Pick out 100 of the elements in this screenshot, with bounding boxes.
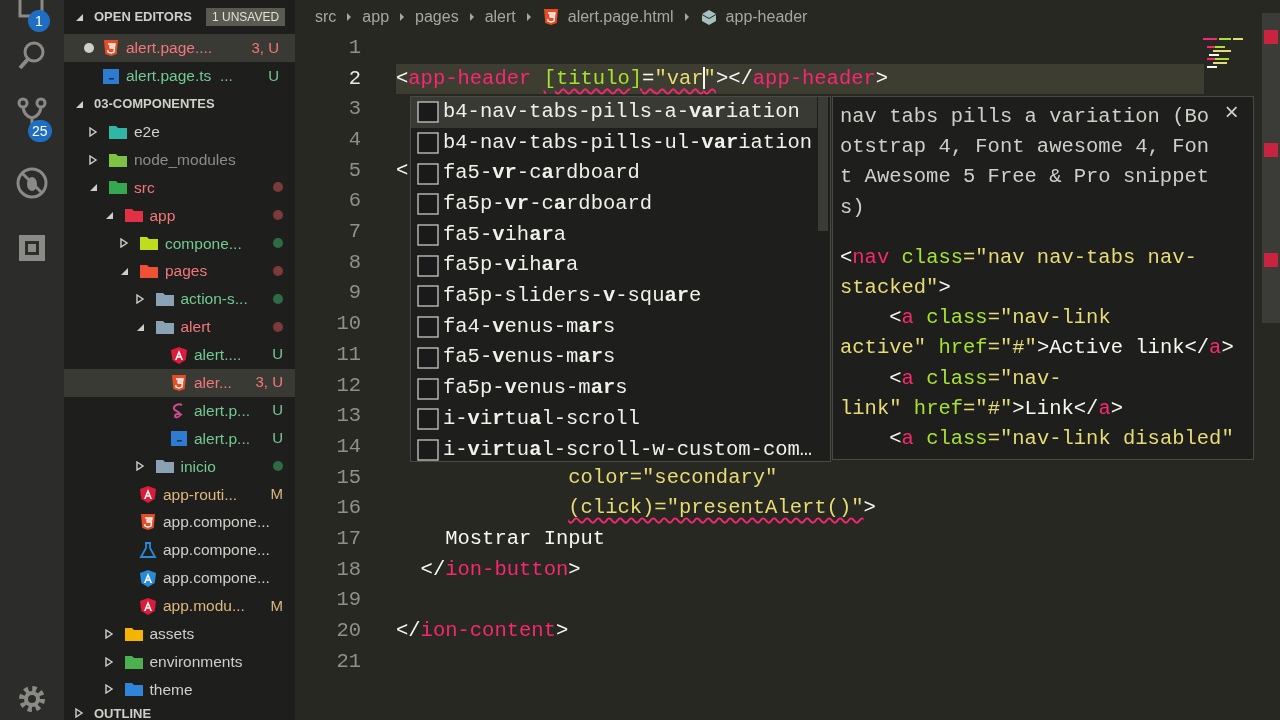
collapsed-arrow-icon[interactable]	[134, 293, 145, 304]
suggestion-item[interactable]: fa5p-sliders-v-square	[411, 281, 817, 312]
suggestion-item[interactable]: fa4-venus-mars	[411, 311, 817, 343]
open-editor-item[interactable]: alert.page.... 3, U	[64, 34, 295, 62]
html-file-icon	[139, 513, 157, 532]
open-editor-item[interactable]: alert.page.ts ... U	[64, 61, 295, 90]
chevron-right-icon	[683, 11, 690, 22]
settings-icon[interactable]	[16, 683, 48, 715]
snippet-icon	[417, 162, 439, 185]
expanded-arrow-icon[interactable]	[88, 182, 98, 193]
folder-item[interactable]: e2e	[64, 117, 295, 146]
breadcrumb[interactable]: alert	[484, 4, 516, 29]
file-item[interactable]: alert.p... U	[64, 396, 295, 425]
folder-item[interactable]: src	[64, 173, 295, 202]
snippet-icon	[417, 316, 439, 339]
suggestion-item[interactable]: fa5p-vr-cardboard	[411, 189, 817, 220]
breadcrumb[interactable]: alert.page.html	[567, 4, 674, 29]
collapsed-arrow-icon[interactable]	[88, 126, 98, 137]
unsaved-badge: 1 UNSAVED	[206, 8, 286, 26]
folder-item[interactable]: pages	[64, 257, 295, 285]
code-line: color="secondary"	[567, 464, 778, 491]
minimap-drawing	[1203, 36, 1243, 68]
folder-item[interactable]: node_modules	[64, 145, 295, 174]
line-number: 4	[347, 127, 361, 154]
scrollbar-thumb[interactable]	[818, 97, 828, 231]
suggestion-item[interactable]: i-virtual-scroll-w-custom-com…	[411, 434, 817, 461]
no-bug-icon[interactable]	[16, 167, 48, 199]
angular-file-icon	[139, 596, 157, 615]
section-header[interactable]: 03-COMPONENTES	[94, 93, 215, 114]
collapsed-arrow-icon[interactable]	[103, 656, 114, 667]
typescript-file-icon	[102, 66, 120, 85]
suggestion-item[interactable]: b4-nav-tabs-pills-a-variation	[411, 97, 817, 128]
line-number: 6	[347, 188, 361, 215]
collapsed-arrow-icon[interactable]	[103, 684, 114, 695]
snippet-icon	[417, 346, 439, 369]
file-item[interactable]: app.compone...	[64, 536, 295, 564]
suggestion-item[interactable]: fa5-venus-mars	[411, 342, 817, 374]
collapsed-arrow-icon[interactable]	[88, 154, 98, 165]
breadcrumb[interactable]: app	[362, 4, 390, 29]
collapsed-arrow-icon[interactable]	[134, 461, 145, 472]
suggestion-item[interactable]: b4-nav-tabs-pills-ul-variation	[411, 127, 817, 159]
folder-icon	[139, 234, 159, 253]
section-header[interactable]: OUTLINE	[94, 703, 152, 720]
angular-file-icon	[170, 345, 188, 364]
close-button[interactable]: ×	[1224, 99, 1239, 129]
section-header[interactable]: OPEN EDITORS	[94, 7, 192, 27]
file-item[interactable]: aler... 3, U	[64, 368, 295, 397]
angular-file-icon	[139, 485, 157, 504]
snippet-icon	[417, 132, 439, 155]
folder-icon	[123, 206, 144, 225]
file-item[interactable]: alert.... U	[64, 340, 295, 369]
line-number: 2	[347, 65, 361, 92]
snippet-icon	[417, 254, 439, 277]
breadcrumb[interactable]: pages	[415, 4, 459, 29]
breadcrumb[interactable]: src	[315, 4, 337, 29]
snippet-icon	[417, 285, 439, 308]
snippet-icon	[417, 224, 439, 247]
suggestion-item[interactable]: fa5-vihara	[411, 219, 817, 251]
folder-item[interactable]: action-s...	[64, 285, 295, 313]
collapsed-arrow-icon[interactable]	[103, 628, 114, 639]
file-item[interactable]: app.compone...	[64, 508, 295, 537]
line-number: 3	[347, 96, 361, 123]
extensions-icon[interactable]	[16, 232, 48, 264]
folder-item[interactable]: assets	[64, 619, 295, 648]
snippet-icon	[417, 193, 439, 216]
line-number: 7	[347, 219, 361, 246]
expanded-arrow-icon[interactable]	[74, 12, 84, 22]
chevron-right-icon	[468, 11, 475, 22]
expanded-arrow-icon[interactable]	[119, 266, 129, 277]
line-number: 18	[335, 556, 361, 583]
chevron-right-icon	[399, 11, 406, 22]
snippet-code-line: <nav class="nav nav-tabs nav-stacked">	[840, 244, 1198, 301]
folder-item[interactable]: app	[64, 201, 295, 230]
folder-item[interactable]: compone...	[64, 229, 295, 258]
html-file-icon	[102, 38, 120, 57]
suggestion-item[interactable]: fa5p-venus-mars	[411, 373, 817, 404]
line-number: 13	[335, 403, 361, 430]
line-number: 9	[347, 280, 361, 307]
file-item[interactable]: alert.p... U	[64, 424, 295, 453]
suggestion-item[interactable]: i-virtual-scroll	[411, 403, 817, 435]
line-number: 1	[347, 34, 361, 61]
snippet-code-line: <a class="nav-link" href="#">Link</a>	[840, 365, 1124, 422]
folder-item[interactable]: environments	[64, 647, 295, 676]
folder-icon	[139, 262, 159, 281]
file-item[interactable]: app.compone...	[64, 563, 295, 592]
html-file-icon	[170, 373, 188, 392]
file-item[interactable]: app-routi... M	[64, 480, 295, 509]
snippet-code-line: <a class="nav-link active" href="#">Active link</a>	[840, 305, 1235, 362]
collapsed-arrow-icon[interactable]	[74, 708, 84, 719]
folder-item[interactable]: theme	[64, 675, 295, 704]
file-item[interactable]: app.modu... M	[64, 591, 295, 620]
collapsed-arrow-icon[interactable]	[119, 238, 129, 249]
folder-item[interactable]: alert	[64, 312, 295, 341]
angular-file-icon	[139, 568, 157, 587]
suggestion-item[interactable]: fa5-vr-cardboard	[411, 158, 817, 190]
snippet-icon	[417, 101, 439, 124]
suggestion-item[interactable]: fa5p-vihara	[411, 250, 817, 282]
breadcrumb[interactable]: app-header	[725, 4, 808, 29]
scrollbar[interactable]	[1262, 13, 1280, 323]
folder-item[interactable]: inicio	[64, 452, 295, 481]
